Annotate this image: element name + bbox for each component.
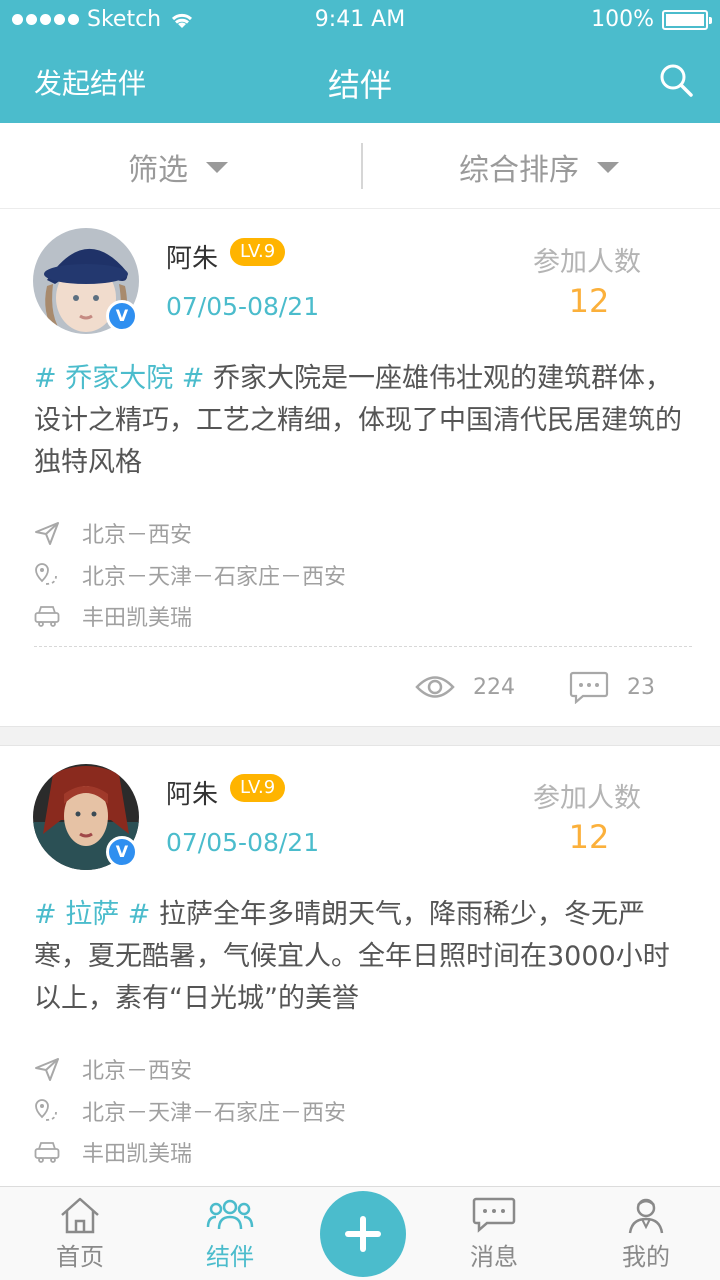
comment-icon — [569, 671, 609, 704]
car-text: 丰田凯美瑞 — [82, 606, 193, 631]
location-route-icon — [35, 1099, 57, 1121]
verified-badge-icon: V — [106, 300, 138, 332]
home-icon — [61, 1197, 99, 1234]
plus-icon — [345, 1216, 381, 1252]
user-name[interactable]: 阿朱 — [166, 238, 218, 275]
header: Sketch 9:41 AM 100% 发起结伴 结伴 — [0, 0, 720, 123]
car-row: 丰田凯美瑞 — [34, 1136, 192, 1168]
status-right: 100% — [591, 7, 712, 32]
join-count: 12 — [568, 818, 610, 856]
post-description[interactable]: # 拉萨 # 拉萨全年多晴朗天气，降雨稀少，冬无严寒，夏无酷暑，气候宜人。全年日… — [34, 894, 694, 1020]
location-route-icon — [35, 563, 57, 585]
waypoints-text: 北京－天津－石家庄－西安 — [82, 565, 347, 590]
tab-home-label: 首页 — [56, 1243, 104, 1271]
route-text: 北京－西安 — [82, 523, 193, 548]
comments-value: 23 — [627, 674, 655, 700]
battery-percent: 100% — [591, 7, 654, 32]
verified-badge-icon: V — [106, 836, 138, 868]
tab-profile-label: 我的 — [622, 1243, 670, 1271]
car-row: 丰田凯美瑞 — [34, 600, 192, 632]
route-row: 北京－西安 — [34, 517, 192, 549]
group-icon — [206, 1199, 254, 1230]
tab-companion-label: 结伴 — [206, 1243, 254, 1271]
status-bar: Sketch 9:41 AM 100% — [0, 0, 720, 40]
create-post-button[interactable] — [320, 1191, 406, 1277]
waypoints-row: 北京－天津－石家庄－西安 — [34, 559, 346, 591]
post-card[interactable]: V 阿朱 LV.9 07/05-08/21 参加人数 12 # 乔家大院 # 乔… — [0, 210, 720, 726]
tab-home[interactable]: 首页 — [20, 1187, 140, 1280]
waypoints-row: 北京－天津－石家庄－西安 — [34, 1095, 346, 1127]
send-icon — [35, 1058, 59, 1081]
level-badge: LV.9 — [230, 774, 286, 802]
tab-messages[interactable]: 消息 — [434, 1187, 554, 1280]
date-range: 07/05-08/21 — [166, 292, 320, 321]
join-count: 12 — [568, 282, 610, 320]
page-title: 结伴 — [327, 66, 392, 104]
views-value: 224 — [473, 674, 515, 700]
filter-dropdown[interactable]: 筛选 — [128, 145, 228, 189]
route-text: 北京－西安 — [82, 1059, 193, 1084]
filter-bar: 筛选 综合排序 — [0, 123, 720, 209]
comments-count[interactable]: 23 — [569, 670, 655, 704]
search-icon[interactable] — [658, 62, 694, 98]
divider — [34, 646, 692, 647]
level-badge: LV.9 — [230, 238, 286, 266]
car-text: 丰田凯美瑞 — [82, 1142, 193, 1167]
caret-down-icon — [597, 161, 619, 173]
filter-divider — [361, 143, 363, 189]
eye-icon — [415, 676, 455, 698]
send-icon — [35, 522, 59, 545]
waypoints-text: 北京－天津－石家庄－西安 — [82, 1101, 347, 1126]
post-card[interactable]: V 阿朱 LV.9 07/05-08/21 参加人数 12 # 拉萨 # 拉萨全… — [0, 746, 720, 1186]
user-name[interactable]: 阿朱 — [166, 774, 218, 811]
route-row: 北京－西安 — [34, 1053, 192, 1085]
topic-tag[interactable]: # 拉萨 # — [34, 899, 150, 930]
tab-profile[interactable]: 我的 — [586, 1187, 706, 1280]
sort-dropdown[interactable]: 综合排序 — [459, 145, 619, 189]
message-icon — [472, 1197, 516, 1233]
car-icon — [34, 606, 60, 627]
sort-label: 综合排序 — [459, 153, 579, 188]
tab-messages-label: 消息 — [470, 1243, 518, 1271]
views-count[interactable]: 224 — [415, 672, 515, 702]
car-icon — [34, 1142, 60, 1163]
filter-label: 筛选 — [128, 153, 188, 188]
post-description[interactable]: # 乔家大院 # 乔家大院是一座雄伟壮观的建筑群体，设计之精巧，工艺之精细，体现… — [34, 358, 694, 484]
join-label: 参加人数 — [533, 783, 641, 814]
date-range: 07/05-08/21 — [166, 828, 320, 857]
card-separator — [0, 726, 720, 746]
profile-icon — [628, 1198, 664, 1234]
tab-companion[interactable]: 结伴 — [170, 1187, 290, 1280]
topic-tag[interactable]: # 乔家大院 # — [34, 363, 204, 394]
join-label: 参加人数 — [533, 247, 641, 278]
battery-icon — [662, 9, 712, 30]
caret-down-icon — [206, 161, 228, 173]
